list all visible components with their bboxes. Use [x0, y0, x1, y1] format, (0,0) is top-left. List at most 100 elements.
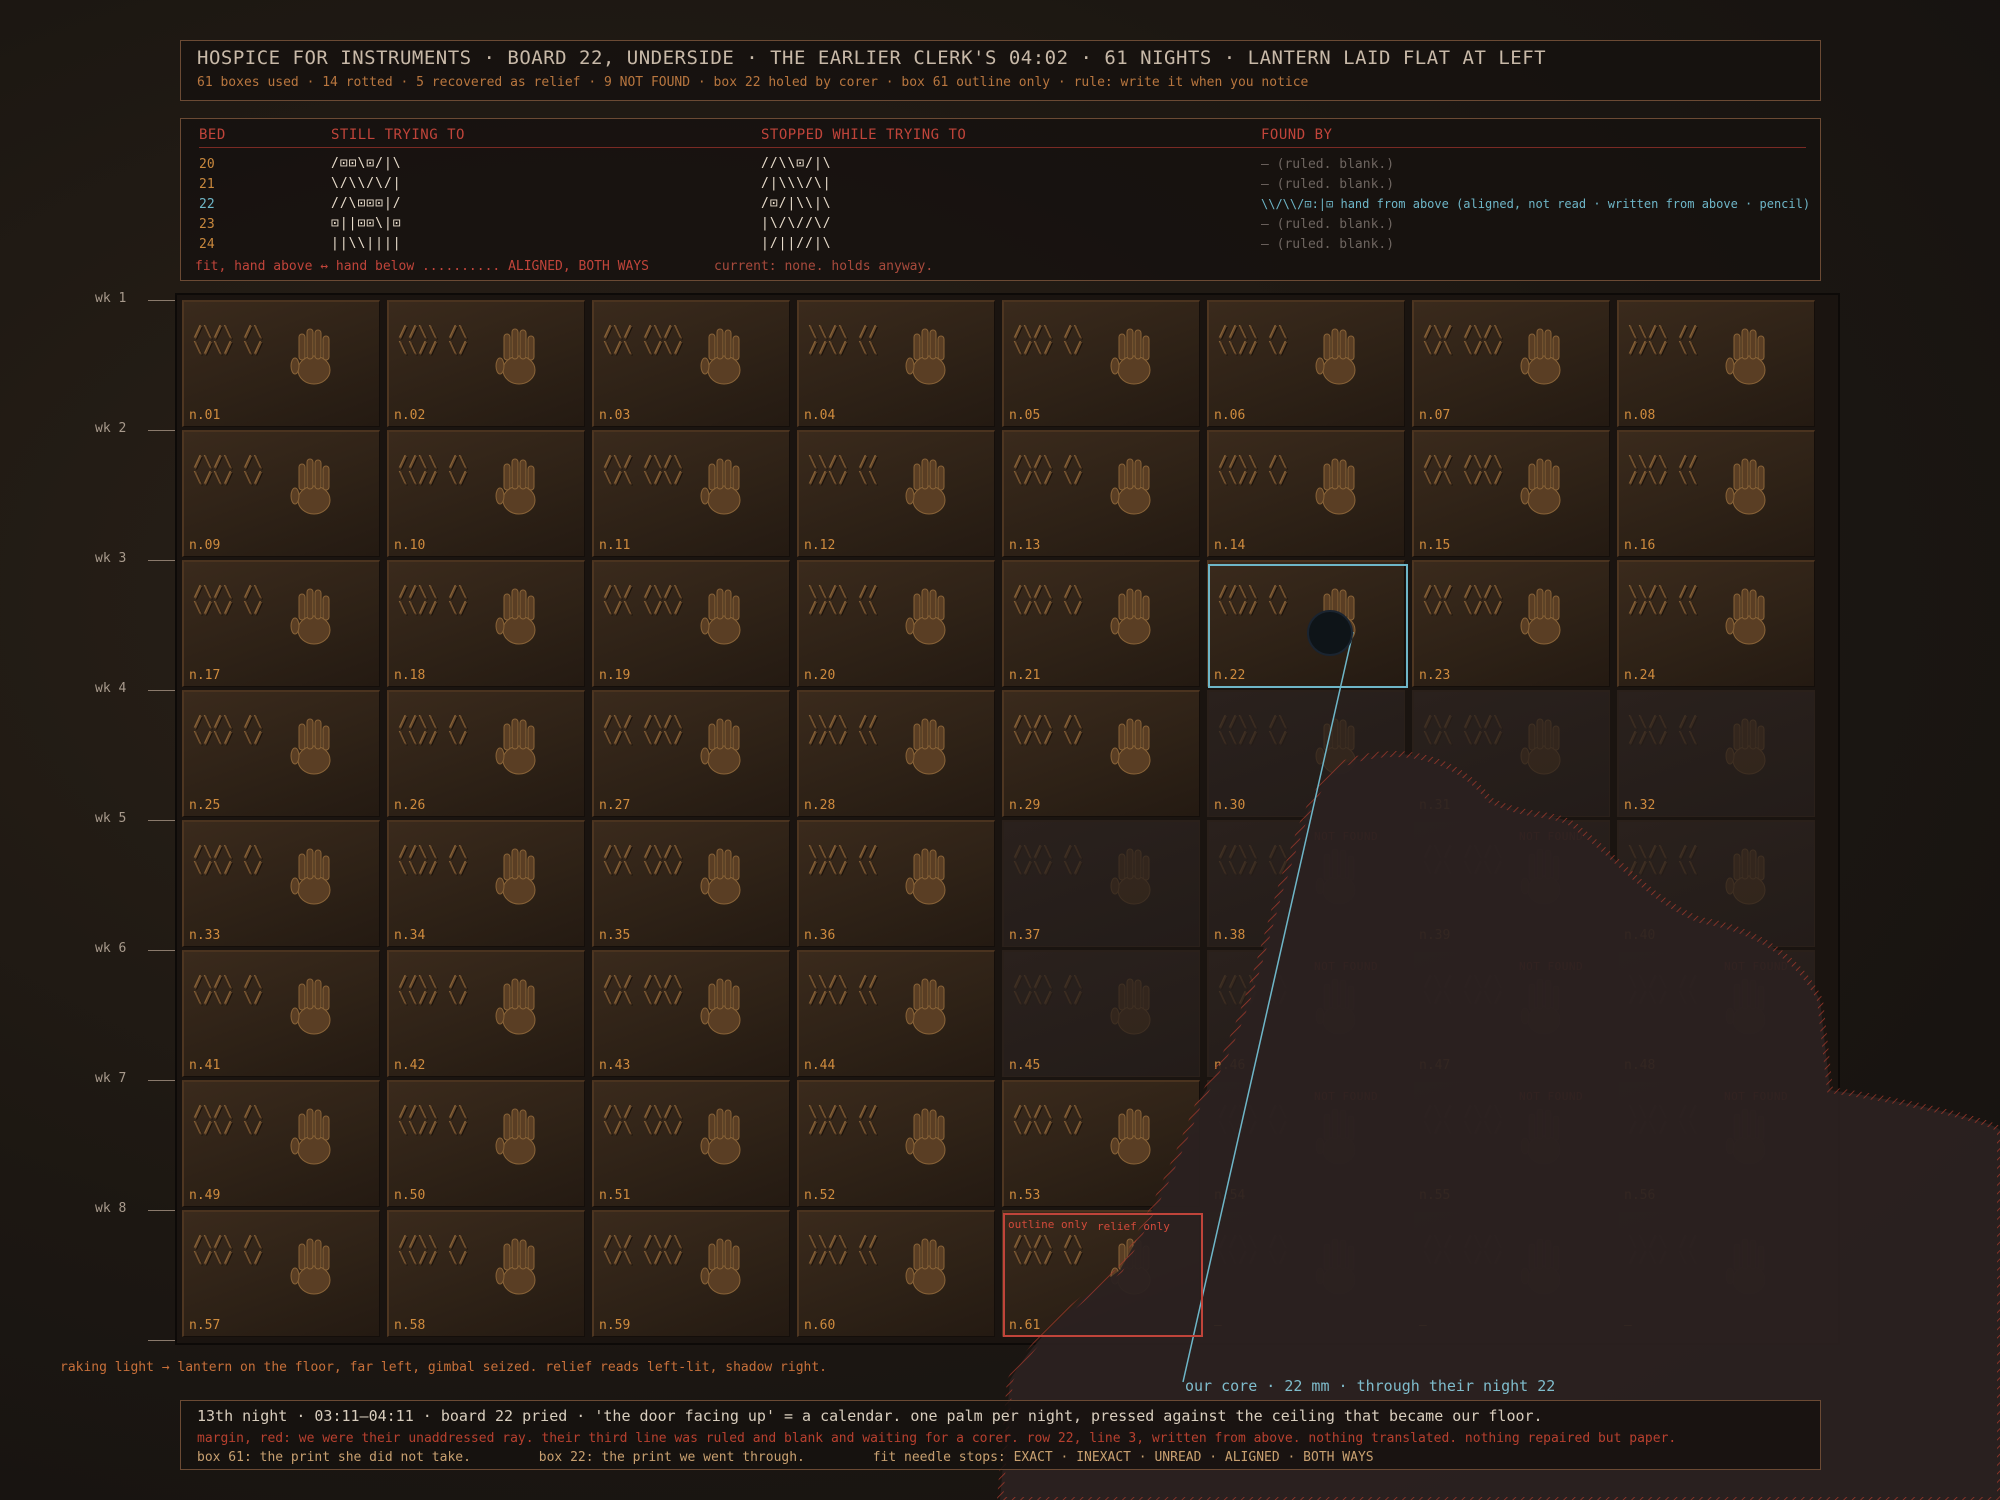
palm-relief: /\/ /\/\ \/\ \/\/ — [1424, 312, 1574, 402]
box-number: n.01 — [189, 408, 221, 423]
palm-print-icon — [1520, 1108, 1561, 1165]
relief-marks: //\\ /\ \\// \/ — [399, 1233, 470, 1267]
calendar-box: \\/\ // //\/ \\ n.32 — [1617, 690, 1815, 817]
box-number: n.24 — [1624, 668, 1656, 683]
box-number: n.14 — [1214, 538, 1246, 553]
palm-print-icon — [1725, 978, 1766, 1035]
board-summary: 61 boxes used · 14 rotted · 5 recovered … — [197, 75, 1309, 90]
calendar-box: //\\ /\ \\// \/ n.30 — [1207, 690, 1405, 817]
box-number: n.27 — [599, 798, 631, 813]
box-number: n.58 — [394, 1318, 426, 1333]
relief-marks: /\/\ /\ \/\/ \/ — [194, 973, 265, 1007]
palm-print-icon — [1315, 328, 1356, 385]
relief-marks: /\/\ /\ \/\/ \/ — [194, 323, 265, 357]
palm-relief: /\/ /\/\ \/\ \/\/ — [604, 1222, 754, 1312]
palm-relief: //\\ /\ \\// \/ — [399, 1222, 549, 1312]
box-61-outline: outline only relief only — [1003, 1213, 1203, 1337]
palm-relief: \\/\ // //\/ \\ — [809, 832, 959, 922]
palm-print-icon — [700, 848, 741, 905]
relief-marks: /\/\ /\ \/\/ \/ — [1014, 583, 1085, 617]
palm-print-icon — [495, 978, 536, 1035]
box-number: n.21 — [1009, 668, 1041, 683]
palm-relief: //\\ /\ \\// \/ — [399, 442, 549, 532]
calendar-box: //\\ /\ \\// \/ n.14 — [1207, 430, 1405, 557]
relief-marks: \\/\ // //\/ \\ — [809, 583, 880, 617]
ledger-panel: BED STILL TRYING TO STOPPED WHILE TRYING… — [180, 118, 1821, 281]
relief-marks: \\/\ // //\/ \\ — [809, 843, 880, 877]
palm-relief: \\/\ // //\/ \\ — [1629, 962, 1779, 1052]
calendar-box: \\/\ // //\/ \\ n.24 — [1617, 560, 1815, 687]
ledger-stopped: //\\⊡/|\ — [761, 156, 832, 171]
calendar-box: //\\ /\ \\// \/ n.46 NOT FOUND — [1207, 950, 1405, 1077]
calendar-box: \\/\ // //\/ \\ n.60 — [797, 1210, 995, 1337]
calendar-box: //\\ /\ \\// \/ n.02 — [387, 300, 585, 427]
ledger-bed: 23 — [199, 217, 215, 232]
fit-needle-stops: fit needle stops: EXACT · INEXACT · UNRE… — [872, 1450, 1374, 1465]
calendar-box: \\/\ // //\/ \\ n.20 — [797, 560, 995, 687]
box-number: n.38 — [1214, 928, 1246, 943]
palm-print-icon — [495, 1108, 536, 1165]
box-number: n.12 — [804, 538, 836, 553]
calendar-box: /\/ /\/\ \/\ \/\/ n.11 — [592, 430, 790, 557]
relief-marks: /\/\ /\ \/\/ \/ — [1014, 1103, 1085, 1137]
palm-relief: \\/\ // //\/ \\ — [809, 442, 959, 532]
palm-print-icon — [290, 848, 331, 905]
palm-relief: /\/\ /\ \/\/ \/ — [194, 1092, 344, 1182]
box-number: n.28 — [804, 798, 836, 813]
relief-marks: /\/ /\/\ \/\ \/\/ — [604, 453, 685, 487]
box-number: n.46 — [1214, 1058, 1246, 1073]
ledger-stopped: |\/\//\/ — [761, 216, 832, 231]
box-number: n.10 — [394, 538, 426, 553]
box-number: n.06 — [1214, 408, 1246, 423]
calendar-box: /\/\ /\ \/\/ \/ n.13 — [1002, 430, 1200, 557]
relief-marks: /\/ /\/\ \/\ \/\/ — [604, 973, 685, 1007]
calendar-box: //\\ /\ \\// \/ — — [1207, 1210, 1405, 1337]
week-label: wk 5 — [95, 811, 127, 826]
palm-relief: /\/\ /\ \/\/ \/ — [194, 572, 344, 662]
palm-relief: /\/ /\/\ \/\ \/\/ — [1424, 442, 1574, 532]
ledger-found: — (ruled. blank.) — [1261, 237, 1395, 252]
palm-relief: \\/\ // //\/ \\ — [809, 702, 959, 792]
palm-print-icon — [1520, 848, 1561, 905]
palm-print-icon — [700, 1108, 741, 1165]
palm-print-icon — [1520, 1238, 1561, 1295]
week-label: wk 8 — [95, 1201, 127, 1216]
palm-relief: \\/\ // //\/ \\ — [1629, 1092, 1779, 1182]
col-found-by: FOUND BY — [1261, 127, 1333, 143]
box-number: — — [1214, 1318, 1222, 1333]
palm-print-icon — [1725, 588, 1766, 645]
palm-print-icon — [1725, 1108, 1766, 1165]
palm-relief: /\/\ /\ \/\/ \/ — [1014, 312, 1164, 402]
week-tick — [148, 1340, 176, 1341]
box-number: — — [1624, 1318, 1632, 1333]
relief-marks: \\/\ // //\/ \\ — [1629, 1233, 1700, 1267]
week-label: wk 4 — [95, 681, 127, 696]
relief-marks: \\/\ // //\/ \\ — [1629, 973, 1700, 1007]
calendar-box: \\/\ // //\/ \\ n.44 — [797, 950, 995, 1077]
box-number: n.25 — [189, 798, 221, 813]
box-number: — — [1419, 1318, 1427, 1333]
palm-relief: /\/\ /\ \/\/ \/ — [1014, 832, 1164, 922]
ledger-bed: 21 — [199, 177, 215, 192]
relief-marks: //\\ /\ \\// \/ — [399, 323, 470, 357]
relief-marks: /\/ /\/\ \/\ \/\/ — [1424, 713, 1505, 747]
relief-marks: //\\ /\ \\// \/ — [1219, 973, 1290, 1007]
calendar-box: \\/\ // //\/ \\ n.40 — [1617, 820, 1815, 947]
palm-relief: /\/\ /\ \/\/ \/ — [1014, 962, 1164, 1052]
box-number: n.19 — [599, 668, 631, 683]
ledger-still: \/\\/\/| — [331, 176, 402, 191]
palm-relief: \\/\ // //\/ \\ — [809, 312, 959, 402]
palm-print-icon — [700, 1238, 741, 1295]
palm-relief: /\/ /\/\ \/\ \/\/ — [604, 702, 754, 792]
ledger-still: /⊡⊡\⊡/|\ — [331, 156, 402, 171]
relief-marks: /\/\ /\ \/\/ \/ — [194, 583, 265, 617]
palm-relief: \\/\ // //\/ \\ — [1629, 442, 1779, 532]
col-stopped-trying: STOPPED WHILE TRYING TO — [761, 127, 967, 143]
palm-relief: /\/ /\/\ \/\ \/\/ — [604, 1092, 754, 1182]
palm-print-icon — [1315, 718, 1356, 775]
relief-marks: /\/\ /\ \/\/ \/ — [194, 453, 265, 487]
relief-marks: /\/\ /\ \/\/ \/ — [194, 713, 265, 747]
not-found-label: NOT FOUND — [1314, 830, 1379, 843]
palm-relief: \\/\ // //\/ \\ — [1629, 572, 1779, 662]
palm-relief: //\\ /\ \\// \/ — [1219, 1092, 1369, 1182]
